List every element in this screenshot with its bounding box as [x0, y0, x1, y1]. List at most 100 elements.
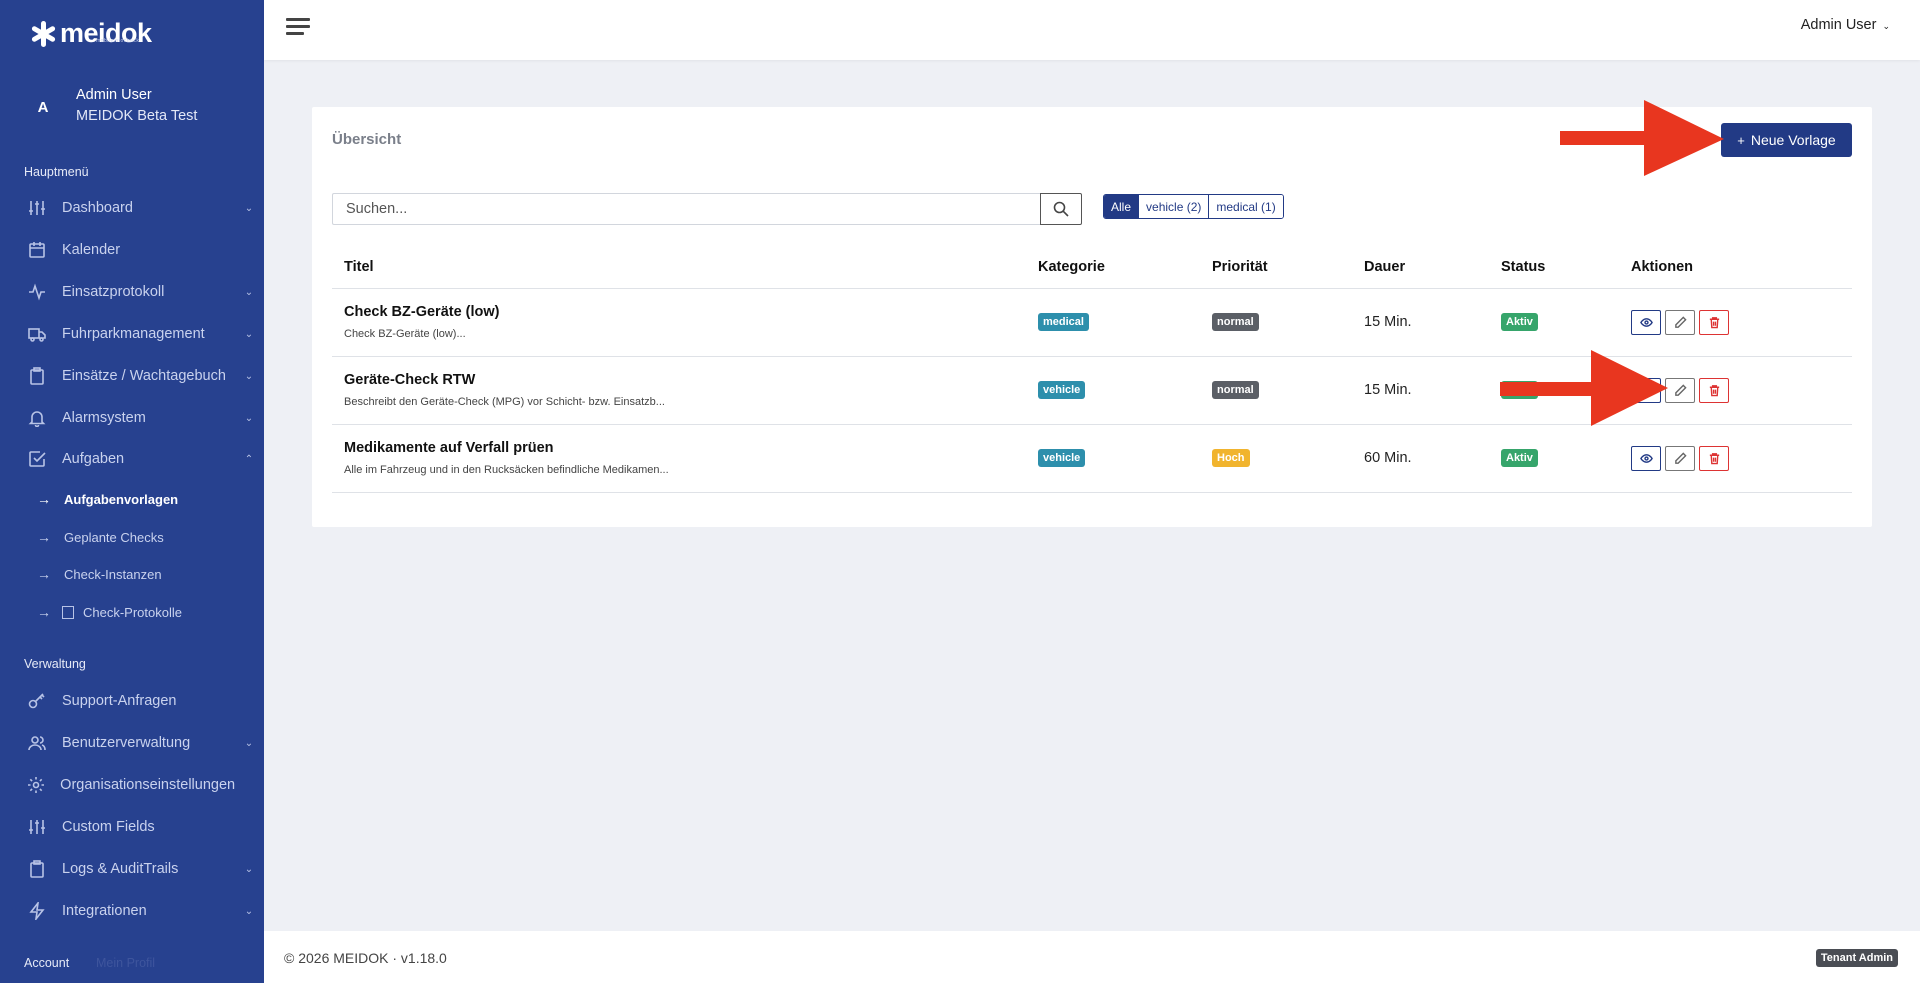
truck-icon: [0, 325, 62, 343]
category-badge: medical: [1038, 313, 1089, 331]
filter-vehicle[interactable]: vehicle (2): [1139, 195, 1210, 218]
chevron-down-icon: ⌄: [244, 286, 254, 298]
pencil-icon: [1674, 451, 1687, 464]
header-status: Status: [1489, 247, 1619, 289]
users-icon: [0, 734, 62, 752]
sidebar-item-label: Kalender: [62, 242, 121, 258]
arrow-right-icon: →: [37, 491, 51, 507]
edit-button[interactable]: [1665, 377, 1695, 403]
hamburger-menu-icon[interactable]: [286, 16, 312, 38]
sidebar-item-integrationen[interactable]: Integrationen ⌄: [0, 894, 264, 928]
sidebar-item-custom-fields[interactable]: Custom Fields: [0, 810, 264, 844]
new-template-label: Neue Vorlage: [1750, 132, 1836, 148]
bell-icon: [0, 409, 62, 427]
sidebar-item-label: Dashboard: [62, 200, 133, 216]
search-button[interactable]: [1040, 193, 1082, 225]
section-label-account: Account: [24, 956, 70, 970]
sidebar-item-einsaetze-wachtagebuch[interactable]: Einsätze / Wachtagebuch ⌄: [0, 359, 264, 393]
avatar: A: [37, 98, 49, 116]
meidok-logo[interactable]: meidok: [30, 18, 152, 49]
topbar: Admin User ⌄: [264, 0, 1920, 60]
chevron-down-icon: ⌄: [244, 202, 254, 214]
row-title: Check BZ-Geräte (low): [344, 304, 500, 320]
sidebar-item-support-anfragen[interactable]: Support-Anfragen: [0, 684, 264, 718]
row-duration: 15 Min.: [1352, 288, 1489, 357]
search-icon: [1053, 201, 1069, 217]
view-button[interactable]: [1631, 377, 1661, 403]
view-button[interactable]: [1631, 445, 1661, 471]
sidebar-item-organisationseinstellungen[interactable]: Organisationseinstellungen: [0, 768, 264, 802]
search-input[interactable]: [332, 193, 1040, 225]
arrow-right-icon: →: [37, 529, 51, 545]
sidebar-item-label: Aufgaben: [62, 451, 125, 467]
pencil-icon: [1674, 315, 1687, 328]
sidebar-subitem-label: Check-Protokolle: [83, 604, 182, 620]
card-title: Übersicht: [332, 131, 402, 148]
sidebar-item-benutzerverwaltung[interactable]: Benutzerverwaltung ⌄: [0, 726, 264, 760]
sliders-icon: [0, 199, 62, 217]
category-badge: vehicle: [1038, 449, 1086, 467]
header-title: Titel: [332, 247, 1026, 289]
table-row: Check BZ-Geräte (low) Check BZ-Geräte (lo…: [332, 288, 1852, 357]
sidebar-item-label: Custom Fields: [62, 819, 155, 835]
row-title: Geräte-Check RTW: [344, 372, 476, 388]
section-label-main: Hauptmenü: [24, 165, 89, 179]
sidebar-item-label: Integrationen: [62, 903, 147, 919]
sidebar-item-label: Organisationseinstellungen: [60, 777, 236, 793]
file-icon: [62, 605, 74, 619]
footer: © 2026 MEIDOK · v1.18.0 Tenant Admin: [264, 931, 1920, 983]
sidebar-item-label: Fuhrparkmanagement: [62, 326, 205, 342]
chevron-down-icon: ⌄: [244, 370, 254, 382]
chevron-down-icon: ⌄: [1882, 21, 1890, 31]
sidebar-user[interactable]: A Admin User MEIDOK Beta Test: [24, 85, 254, 129]
sidebar-subitem-check-protokolle[interactable]: → Check-Protokolle: [0, 597, 264, 627]
header-category: Kategorie: [1026, 247, 1200, 289]
search-group: [332, 193, 1082, 225]
brand-tagline: mobileinfocheck: [96, 38, 140, 44]
templates-table: Titel Kategorie Priorität Dauer Status A…: [332, 247, 1852, 493]
sidebar-item-einsatzprotokoll[interactable]: Einsatzprotokoll ⌄: [0, 275, 264, 309]
sidebar-user-org: MEIDOK Beta Test: [76, 108, 198, 124]
table-header-row: Titel Kategorie Priorität Dauer Status A…: [332, 247, 1852, 289]
arrow-right-icon: →: [37, 604, 51, 620]
sidebar-item-logs-audittrails[interactable]: Logs & AuditTrails ⌄: [0, 852, 264, 886]
user-menu-label: Admin User: [1800, 17, 1877, 33]
sidebar-subitem-check-instanzen[interactable]: → Check-Instanzen: [0, 559, 264, 589]
section-label-admin: Verwaltung: [24, 657, 86, 671]
chevron-down-icon: ⌄: [244, 905, 254, 917]
chevron-down-icon: ⌄: [244, 328, 254, 340]
row-description: Check BZ-Geräte (low)...: [344, 328, 466, 340]
sidebar-item-fuhrparkmanagement[interactable]: Fuhrparkmanagement ⌄: [0, 317, 264, 351]
header-priority: Priorität: [1200, 247, 1352, 289]
edit-button[interactable]: [1665, 309, 1695, 335]
user-menu-dropdown[interactable]: Admin User ⌄: [1801, 17, 1890, 33]
priority-badge: normal: [1212, 381, 1259, 399]
edit-button[interactable]: [1665, 445, 1695, 471]
row-description: Alle im Fahrzeug und in den Rucksäcken b…: [344, 464, 669, 476]
filter-all[interactable]: Alle: [1104, 195, 1140, 218]
sidebar-subitem-geplante-checks[interactable]: → Geplante Checks: [0, 522, 264, 552]
sidebar-item-label: Alarmsystem: [62, 410, 146, 426]
sidebar-item-label: Einsatzprotokoll: [62, 284, 165, 300]
chevron-down-icon: ⌄: [244, 863, 254, 875]
copyright-text: © 2026 MEIDOK · v1.18.0: [284, 950, 447, 966]
header-duration: Dauer: [1352, 247, 1489, 289]
pencil-icon: [1674, 383, 1687, 396]
delete-button[interactable]: [1699, 309, 1729, 335]
row-description: Beschreibt den Geräte-Check (MPG) vor Sc…: [344, 396, 665, 408]
filter-medical[interactable]: medical (1): [1209, 195, 1283, 218]
role-badge: Tenant Admin: [1815, 949, 1898, 967]
sidebar-item-kalender[interactable]: Kalender: [0, 233, 264, 267]
new-template-button[interactable]: + Neue Vorlage: [1721, 123, 1852, 157]
delete-button[interactable]: [1699, 445, 1729, 471]
sidebar-item-profile-faded[interactable]: Mein Profil: [96, 956, 155, 970]
calendar-icon: [0, 241, 62, 259]
sidebar-item-alarmsystem[interactable]: Alarmsystem ⌄: [0, 401, 264, 435]
sidebar-item-aufgaben[interactable]: Aufgaben ⌃: [0, 442, 264, 476]
header-actions: Aktionen: [1619, 247, 1852, 289]
clipboard-icon: [0, 367, 62, 385]
sidebar-item-dashboard[interactable]: Dashboard ⌄: [0, 191, 264, 225]
view-button[interactable]: [1631, 309, 1661, 335]
delete-button[interactable]: [1699, 377, 1729, 403]
sidebar-subitem-aufgabenvorlagen[interactable]: → Aufgabenvorlagen: [0, 484, 264, 514]
